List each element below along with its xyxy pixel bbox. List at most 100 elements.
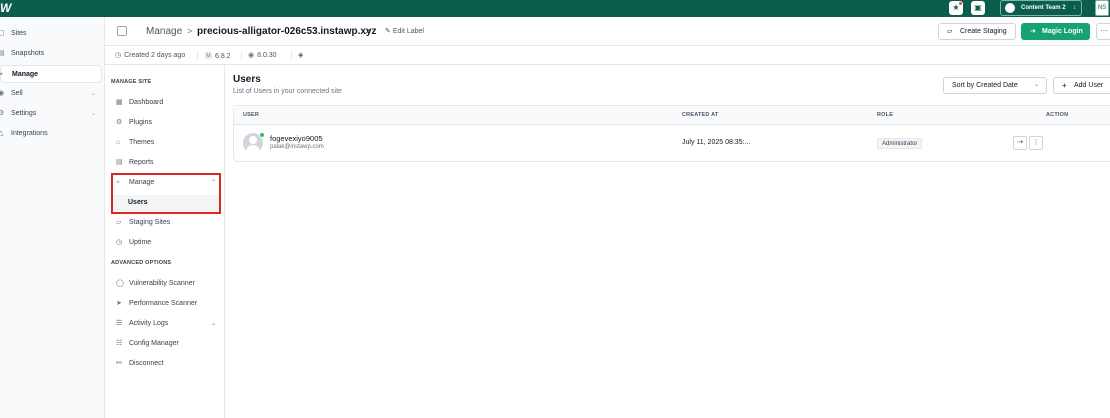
cube-icon: ▱ [116,219,122,226]
create-staging-button[interactable]: ▱ Create Staging [938,23,1016,40]
nav-item-label: Sell [11,90,23,97]
column-user: USER [243,112,260,118]
chevron-down-icon: ⌄ [90,91,96,97]
chevron-down-icon: ⌄ [1033,82,1039,88]
table-row: fogevexiyo9005 palak@instawp.com July 11… [234,125,1110,162]
wordpress-icon: Ⓜ [205,53,212,60]
activity-icon: ☰ [116,320,123,327]
nav-item-label: Snapshots [11,50,45,57]
breadcrumb-root[interactable]: Manage [146,26,182,37]
table-header: USER CREATED AT ROLE ACTION [234,106,1110,125]
external-link-icon[interactable]: ↗ [364,27,371,36]
nav-item-label: Integrations [11,130,48,137]
team-name: Content Team 2 [1021,5,1066,11]
globe-icon: ◈ [298,52,304,59]
app-logo[interactable]: W [0,1,11,15]
sell-icon: ◉ [0,90,5,97]
username: fogevexiyo9005 [270,134,323,143]
chevron-down-icon: ⌄ [210,321,216,327]
integrations-icon: △ [0,130,4,137]
kebab-icon: ⋮ [1032,139,1040,146]
main-sidebar: ▢ Sites ▤ Snapshots ∘ Manage ◉ Sell ⌄ ⚙ … [0,17,104,418]
users-panel: Users List of Users in your connected si… [226,65,1110,418]
sites-icon: ▢ [0,30,5,37]
nav-item-label: Sites [11,30,27,37]
online-status-dot [259,132,265,138]
team-avatar [1005,3,1015,13]
site-meta-bar: ◷ Created 2 days ago Ⓜ 6.8.2 ◉ 8.0.30 ◈ [105,46,1110,65]
cube-icon: ▱ [947,28,953,35]
plugin-icon: ⚙ [116,119,123,126]
unlink-icon: ⚯ [116,360,122,367]
page-title: Users [233,74,261,85]
created-at: July 11, 2025 08:35:... [682,139,751,146]
divider [291,51,292,60]
subnav-item-themes[interactable]: ⌂ Themes [112,135,220,151]
chevron-updown-icon: ↕ [1073,5,1076,11]
monitor-icon: ▣ [974,3,982,12]
magic-login-button[interactable]: ➜ Magic Login [1021,23,1090,40]
nav-item-sell[interactable]: ◉ Sell ⌄ [0,85,102,103]
rocket-icon: ➤ [116,300,122,307]
user-email: palak@instawp.com [270,144,324,150]
created-info: ◷ Created 2 days ago [115,52,186,59]
column-role: ROLE [877,112,894,118]
subnav-item-dashboard[interactable]: ▦ Dashboard [112,95,220,111]
user-avatar[interactable]: NS [1095,0,1109,16]
wordpress-version: Ⓜ 6.8.2 [205,53,231,60]
subnav-item-uptime[interactable]: ◷ Uptime [112,235,220,251]
dashboard-icon: ▦ [116,99,123,106]
php-icon: ◉ [248,52,255,59]
main-area: Manage > precious-alligator-026c53.insta… [104,17,1110,418]
manage-site-title: MANAGE SITE [111,79,152,85]
subnav-item-staging[interactable]: ▱ Staging Sites [112,215,220,231]
settings-icon: ⚙ [0,110,5,117]
report-icon: ▤ [116,159,123,166]
php-version: ◉ 8.0.30 [248,52,277,59]
subnav-item-performance[interactable]: ➤ Performance Scanner [112,296,220,312]
snapshots-icon: ▤ [0,50,5,57]
create-staging-label: Create Staging [960,28,1007,35]
chevron-down-icon: ⌄ [90,111,96,117]
site-name: precious-alligator-026c53.instawp.xyz [197,26,377,37]
subnav-item-plugins[interactable]: ⚙ Plugins [112,115,220,131]
monitor-button[interactable]: ▣ [971,1,985,15]
announcements-button[interactable]: ★ [949,1,963,15]
subnav-item-activity[interactable]: ☰ Activity Logs ⌄ [112,316,220,332]
nav-item-settings[interactable]: ⚙ Settings ⌄ [0,105,102,123]
nav-item-label: Settings [11,110,37,117]
nav-item-manage[interactable]: ∘ Manage [0,65,102,83]
pencil-icon: ✎ [385,28,391,35]
row-more-button[interactable]: ⋮ [1029,136,1043,150]
role-badge: Administrator [877,138,923,149]
config-icon: ☷ [116,340,123,347]
subnav-item-config[interactable]: ☷ Config Manager [112,336,220,352]
login-icon: ⇢ [1017,139,1023,146]
team-selector[interactable]: Content Team 2 ↕ [1000,0,1082,16]
users-table: USER CREATED AT ROLE ACTION fogevexiyo90… [233,105,1110,162]
divider [241,51,242,60]
subnav-item-disconnect[interactable]: ⚯ Disconnect [112,356,220,372]
panel-toggle-icon[interactable] [117,26,127,36]
nav-item-snapshots[interactable]: ▤ Snapshots [0,45,102,63]
nav-item-sites[interactable]: ▢ Sites [0,25,102,43]
uptime-icon: ◷ [116,239,123,246]
add-user-button[interactable]: + Add User [1053,77,1110,94]
column-action: ACTION [1046,112,1069,118]
advanced-options-title: ADVANCED OPTIONS [111,260,172,266]
edit-label-text: Edit Label [392,28,424,35]
breadcrumb-separator: > [187,26,193,36]
page-subtitle: List of Users in your connected site [233,88,342,95]
subnav-item-reports[interactable]: ▤ Reports [112,155,220,171]
more-options-button[interactable]: ··· [1096,23,1110,40]
nav-item-integrations[interactable]: △ Integrations [0,125,102,143]
site-sidebar: MANAGE SITE ▦ Dashboard ⚙ Plugins ⌂ Them… [105,65,225,418]
top-bar: W ★ ▣ Content Team 2 ↕ NS [0,0,1110,17]
clock-icon: ◷ [115,52,122,59]
edit-label-button[interactable]: ✎ Edit Label [385,27,424,35]
subnav-item-vulnerability[interactable]: ◯ Vulnerability Scanner [112,276,220,292]
theme-icon: ⌂ [116,139,121,146]
highlight-box [111,173,221,214]
login-as-user-button[interactable]: ⇢ [1013,136,1027,150]
sort-select[interactable]: Sort by Created Date ⌄ [943,77,1047,94]
